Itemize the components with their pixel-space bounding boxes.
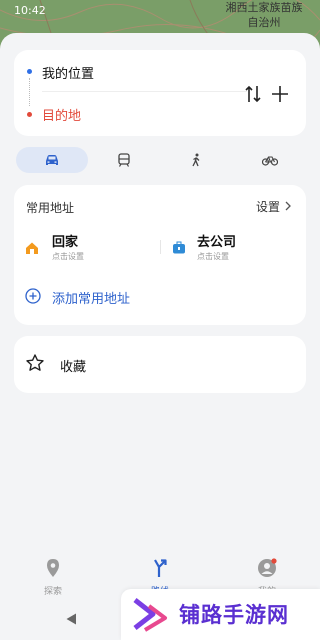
add-waypoint-icon[interactable] — [270, 84, 290, 104]
destination-dot-icon — [27, 112, 32, 117]
settings-label: 设置 — [256, 200, 281, 214]
mode-bike-tab[interactable] — [252, 147, 288, 173]
star-icon — [26, 354, 44, 371]
home-hint: 点击设置 — [52, 252, 84, 261]
home-icon — [26, 242, 38, 254]
swap-route-icon[interactable] — [244, 84, 262, 104]
train-icon — [118, 153, 130, 167]
chevron-right-icon — [285, 201, 291, 211]
briefcase-icon — [173, 241, 185, 254]
route-divider — [42, 91, 247, 92]
mode-train-tab[interactable] — [104, 147, 144, 173]
settings-link[interactable]: 设置 — [256, 198, 292, 215]
origin-field[interactable]: 我的位置 — [42, 63, 94, 82]
location-pin-icon — [47, 559, 59, 577]
car-icon — [46, 155, 58, 165]
mode-car-tab[interactable] — [16, 147, 88, 173]
map-label-line2: 自治州 — [247, 16, 281, 29]
route-icon — [154, 559, 167, 577]
status-time: 10:42 — [14, 4, 46, 17]
avatar-icon — [258, 558, 277, 577]
collection-label: 收藏 — [60, 360, 87, 375]
watermark-text: 铺路手游网 — [179, 603, 289, 627]
map-place-label: 湘西土家族苗族 自治州 — [214, 0, 314, 30]
travel-mode-tabs — [14, 147, 306, 173]
map-label-line1: 湘西土家族苗族 — [225, 1, 303, 14]
home-label: 回家 — [52, 235, 79, 250]
plus-circle-icon — [25, 288, 41, 304]
walk-icon — [192, 153, 200, 167]
back-icon[interactable] — [66, 613, 77, 625]
notification-dot-icon — [271, 558, 277, 564]
nav-explore[interactable]: 探索 — [23, 558, 83, 597]
shortcut-divider — [160, 240, 161, 254]
mode-walk-tab[interactable] — [178, 147, 214, 173]
common-address-title: 常用地址 — [26, 201, 75, 215]
work-hint: 点击设置 — [197, 252, 229, 261]
collection-card[interactable]: 收藏 — [14, 336, 306, 393]
watermark-logo-icon — [133, 598, 167, 632]
origin-dot-icon — [27, 69, 32, 74]
bike-icon — [262, 156, 278, 166]
route-connector — [29, 78, 30, 106]
route-input-card: 我的位置 目的地 — [14, 50, 306, 136]
watermark-banner: 铺路手游网 — [121, 589, 320, 640]
add-common-address-label: 添加常用地址 — [52, 292, 131, 307]
destination-field[interactable]: 目的地 — [42, 105, 81, 124]
work-label: 去公司 — [197, 235, 237, 250]
